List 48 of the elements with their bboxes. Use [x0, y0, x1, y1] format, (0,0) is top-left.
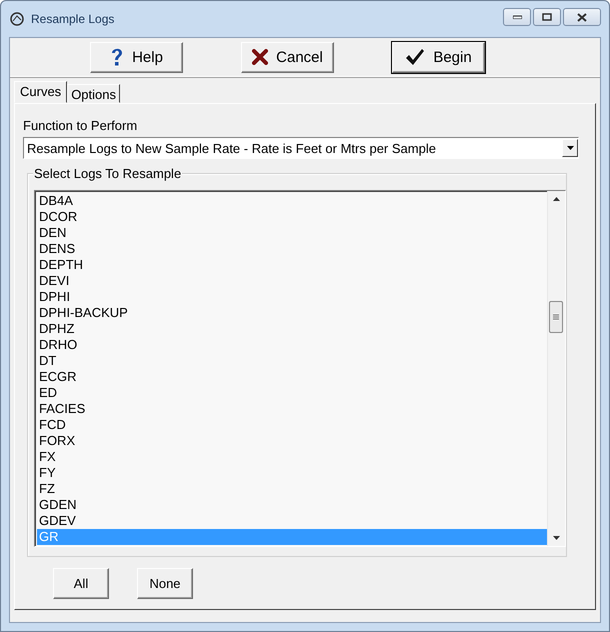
- list-item[interactable]: DEVI: [37, 273, 547, 289]
- logs-listbox[interactable]: DB4A DCOR DEN DENS DEPTH DEVI DPHI DPHI-BACKUP DPHZ DRHO DT ECGR ED FACIES FCD FORX FX FY FZ GDEN GDEV GR: [34, 190, 566, 547]
- list-item[interactable]: DPHZ: [37, 321, 547, 337]
- list-item[interactable]: FX: [37, 449, 547, 465]
- list-item[interactable]: DEPTH: [37, 257, 547, 273]
- list-item[interactable]: DRHO: [37, 337, 547, 353]
- list-item[interactable]: FORX: [37, 433, 547, 449]
- checkmark-icon: [405, 48, 426, 66]
- window-title: Resample Logs: [31, 12, 116, 26]
- minimize-icon: [512, 15, 522, 19]
- maximize-icon: [542, 13, 552, 21]
- function-label: Function to Perform: [23, 118, 138, 133]
- list-item[interactable]: ED: [37, 385, 547, 401]
- x-icon: [252, 49, 268, 65]
- list-item[interactable]: GDEN: [37, 497, 547, 513]
- tab[interactable]: Options: [67, 84, 120, 103]
- group-title: Select Logs To Resample: [33, 166, 182, 181]
- tab[interactable]: Curves: [14, 81, 68, 103]
- cancel-button[interactable]: Cancel: [241, 42, 334, 72]
- list-item[interactable]: DT: [37, 353, 547, 369]
- begin-button[interactable]: Begin: [392, 42, 485, 72]
- list-item[interactable]: DPHI-BACKUP: [37, 305, 547, 321]
- list-item[interactable]: FACIES: [37, 401, 547, 417]
- help-button[interactable]: Help: [90, 42, 183, 72]
- list-item[interactable]: FY: [37, 465, 547, 481]
- grip-icon: [553, 314, 559, 320]
- list-item[interactable]: FCD: [37, 417, 547, 433]
- list-item[interactable]: DPHI: [37, 289, 547, 305]
- close-icon: [577, 12, 587, 22]
- list-item[interactable]: DCOR: [37, 209, 547, 225]
- list-item[interactable]: DENS: [37, 241, 547, 257]
- list-item[interactable]: ECGR: [37, 369, 547, 385]
- list-item[interactable]: DB4A: [37, 193, 547, 209]
- select-none-button[interactable]: None: [137, 568, 193, 599]
- dropdown-arrow-icon: [566, 146, 574, 150]
- list-item[interactable]: FZ: [37, 481, 547, 497]
- scrollbar-thumb[interactable]: [549, 301, 563, 333]
- maximize-button[interactable]: [533, 8, 561, 26]
- scroll-up-icon[interactable]: [553, 197, 560, 201]
- function-dropdown[interactable]: Resample Logs to New Sample Rate - Rate is Feet or Mtrs per Sample: [23, 137, 579, 159]
- list-item[interactable]: DEN: [37, 225, 547, 241]
- select-all-button[interactable]: All: [53, 568, 109, 599]
- list-item[interactable]: GDEV: [37, 513, 547, 529]
- scroll-down-icon[interactable]: [553, 536, 560, 540]
- app-icon: [9, 11, 25, 27]
- minimize-button[interactable]: [503, 8, 531, 26]
- question-mark-icon: [110, 47, 124, 67]
- close-button[interactable]: [563, 8, 601, 26]
